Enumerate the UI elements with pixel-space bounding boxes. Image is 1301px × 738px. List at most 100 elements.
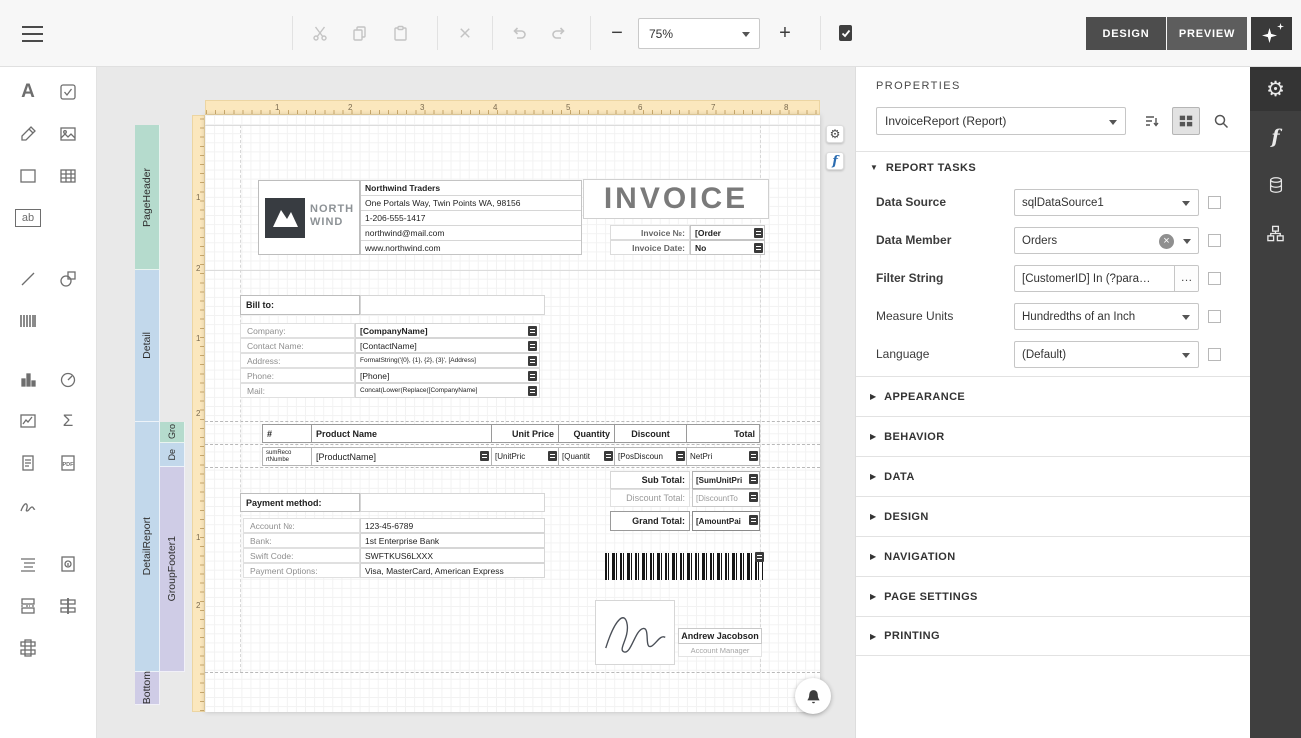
grand-total-value[interactable]: [AmountPai <box>692 511 760 531</box>
shape-control-icon[interactable] <box>53 264 83 294</box>
band-detail[interactable]: Detail <box>135 270 160 422</box>
properties-rail-button[interactable]: ⚙ <box>1250 67 1301 111</box>
logo-box[interactable]: NORTH WIND <box>258 180 360 255</box>
ai-assistant-button[interactable] <box>1251 17 1292 50</box>
table-of-contents-icon[interactable] <box>13 549 43 579</box>
company-info-table[interactable]: Northwind Traders One Portals Way, Twin … <box>360 180 582 255</box>
section-report-tasks[interactable]: REPORT TASKS <box>856 151 1251 183</box>
field-checkbox[interactable] <box>1208 348 1221 361</box>
section-navigation[interactable]: NAVIGATION <box>856 536 1251 576</box>
bill-row-value[interactable]: Concat(Lower(Replace([CompanyName] <box>355 383 540 398</box>
payment-row-label[interactable]: Swift Code: <box>243 548 360 563</box>
signature-name[interactable]: Andrew Jacobson <box>678 628 762 644</box>
th-discount[interactable]: Discount <box>614 425 686 442</box>
page-info-control-icon[interactable] <box>13 448 43 478</box>
page-break-icon[interactable] <box>13 591 43 621</box>
sort-button[interactable] <box>1138 107 1166 135</box>
bill-to-label[interactable]: Bill to: <box>240 295 360 315</box>
delete-icon[interactable] <box>448 16 482 50</box>
band-page-header[interactable]: PageHeader <box>135 125 160 270</box>
table-data-row[interactable]: sumReco rtNumbe [ProductName] [UnitPric … <box>262 447 760 466</box>
company-email[interactable]: northwind@mail.com <box>361 226 581 241</box>
invoice-no-label[interactable]: Invoice №: <box>610 225 690 240</box>
invoice-date-value[interactable]: No <box>690 240 765 255</box>
payment-row-label[interactable]: Bank: <box>243 533 360 548</box>
td-total[interactable]: NetPri <box>686 448 759 465</box>
bill-row-value[interactable]: [ContactName] <box>355 338 540 353</box>
ellipsis-button[interactable] <box>1174 266 1198 291</box>
report-page[interactable]: NORTH WIND Northwind Traders One Portals… <box>205 115 820 712</box>
bill-to-value[interactable] <box>360 295 545 315</box>
th-number[interactable]: # <box>263 425 311 442</box>
section-design[interactable]: DESIGN <box>856 496 1251 536</box>
payment-row-value[interactable]: 123-45-6789 <box>360 518 545 533</box>
th-quantity[interactable]: Quantity <box>558 425 614 442</box>
grand-total-label[interactable]: Grand Total: <box>610 511 690 531</box>
zoom-out-button[interactable]: − <box>600 16 634 50</box>
table-control-icon[interactable] <box>53 161 83 191</box>
td-record-number[interactable]: sumReco rtNumbe <box>263 448 311 465</box>
bill-row-value[interactable]: FormatString('{0}, {1}, {2}, {3}', [Addr… <box>355 353 540 368</box>
discount-total-value[interactable]: [DiscountTo <box>692 489 760 507</box>
checkbox-control-icon[interactable] <box>53 77 83 107</box>
band-group-footer[interactable]: GroupFooter1 <box>160 467 185 672</box>
zoom-select[interactable]: 75% <box>638 18 760 49</box>
table-header-row[interactable]: # Product Name Unit Price Quantity Disco… <box>262 424 760 443</box>
band-bottom-margin[interactable]: Bottom <box>135 672 160 705</box>
section-appearance[interactable]: APPEARANCE <box>856 376 1251 416</box>
payment-row-value[interactable]: Visa, MasterCard, American Express <box>360 563 545 578</box>
picture-control-icon[interactable] <box>53 119 83 149</box>
company-address[interactable]: One Portals Way, Twin Points WA, 98156 <box>361 196 581 211</box>
field-list-rail-button[interactable] <box>1250 163 1301 207</box>
section-printing[interactable]: PRINTING <box>856 616 1251 656</box>
field-checkbox[interactable] <box>1208 196 1221 209</box>
section-behavior[interactable]: BEHAVIOR <box>856 416 1251 456</box>
category-view-button[interactable] <box>1172 107 1200 135</box>
doc-info-icon[interactable] <box>53 549 83 579</box>
preview-button[interactable]: PREVIEW <box>1167 17 1247 50</box>
label-control-icon[interactable]: A <box>13 77 43 107</box>
invoice-no-value[interactable]: [Order <box>690 225 765 240</box>
bill-row-label[interactable]: Phone: <box>240 368 355 383</box>
line-control-icon[interactable] <box>13 264 43 294</box>
notifications-button[interactable] <box>795 678 831 714</box>
th-unit-price[interactable]: Unit Price <box>491 425 558 442</box>
bill-row-label[interactable]: Company: <box>240 323 355 338</box>
character-comb-icon[interactable]: ab <box>15 209 41 227</box>
payment-row-value[interactable]: 1st Enterprise Bank <box>360 533 545 548</box>
report-explorer-rail-button[interactable] <box>1250 211 1301 255</box>
data-source-dropdown[interactable]: sqlDataSource1 <box>1014 189 1199 216</box>
bill-row-value[interactable]: [CompanyName] <box>355 323 540 338</box>
expressions-button[interactable]: f <box>826 152 844 170</box>
td-discount[interactable]: [PosDiscoun <box>614 448 686 465</box>
company-name[interactable]: Northwind Traders <box>361 181 581 196</box>
barcode-control-icon[interactable] <box>13 306 43 336</box>
filter-string-input[interactable]: [CustomerID] In (?paramC... <box>1014 265 1199 292</box>
payment-row-label[interactable]: Account №: <box>243 518 360 533</box>
clear-icon[interactable] <box>1159 234 1174 249</box>
bill-row-label[interactable]: Contact Name: <box>240 338 355 353</box>
cross-band-line-icon[interactable] <box>53 591 83 621</box>
invoice-date-label[interactable]: Invoice Date: <box>610 240 690 255</box>
signature-image[interactable] <box>595 600 675 665</box>
payment-method-value[interactable] <box>360 493 545 512</box>
menu-icon[interactable] <box>22 26 43 47</box>
th-product-name[interactable]: Product Name <box>311 425 491 442</box>
design-surface[interactable]: PageHeader Detail DetailReport Bottom Gr… <box>97 67 855 738</box>
band-group-header[interactable]: Gro <box>160 422 185 443</box>
td-product-name[interactable]: [ProductName] <box>311 448 491 465</box>
language-dropdown[interactable]: (Default) <box>1014 341 1199 368</box>
pdf-content-icon[interactable]: PDF <box>53 448 83 478</box>
field-checkbox[interactable] <box>1208 272 1221 285</box>
section-page-settings[interactable]: PAGE SETTINGS <box>856 576 1251 616</box>
subtotal-value[interactable]: [SumUnitPri <box>692 471 760 489</box>
component-selector[interactable]: InvoiceReport (Report) <box>876 107 1126 135</box>
paste-icon[interactable] <box>383 16 417 50</box>
measure-units-dropdown[interactable]: Hundredths of an Inch <box>1014 303 1199 330</box>
gauge-control-icon[interactable] <box>53 364 83 394</box>
zoom-in-button[interactable]: + <box>768 16 802 50</box>
barcode[interactable] <box>605 553 763 580</box>
field-checkbox[interactable] <box>1208 234 1221 247</box>
company-website[interactable]: www.northwind.com <box>361 241 581 254</box>
band-detail-inner[interactable]: De <box>160 443 185 467</box>
